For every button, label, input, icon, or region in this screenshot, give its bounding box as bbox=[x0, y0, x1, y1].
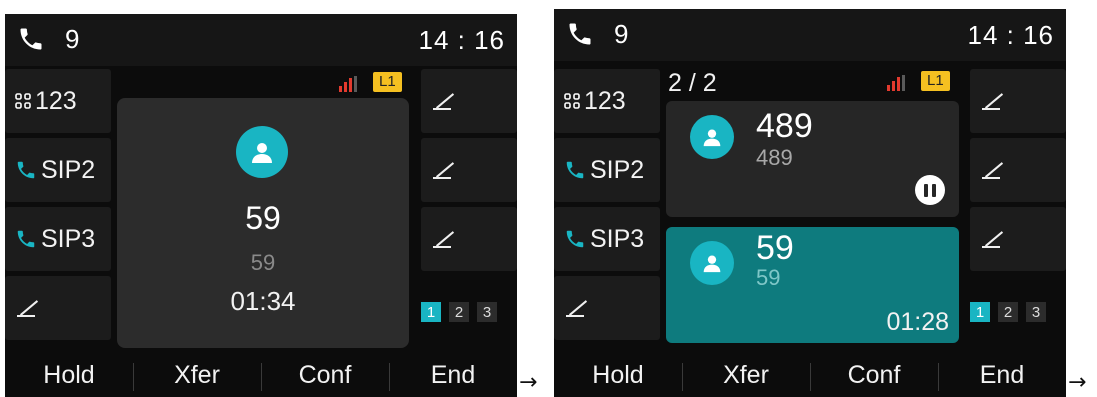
pen-icon bbox=[17, 298, 39, 318]
line-key-right-3[interactable] bbox=[970, 207, 1066, 271]
phone-screen-single-call: 9 14 : 16 L1 123 SIP2 SIP3 1 2 3 59 59 0… bbox=[5, 14, 517, 397]
grid-icon bbox=[15, 93, 31, 109]
page-3[interactable]: 3 bbox=[1026, 302, 1046, 322]
softkey-bar: Hold Xfer Conf End bbox=[5, 353, 517, 397]
call-counter: 2 / 2 bbox=[668, 69, 717, 97]
caller-number: 59 bbox=[250, 250, 276, 275]
page-2[interactable]: 2 bbox=[449, 302, 469, 322]
contact-avatar-icon bbox=[690, 115, 734, 159]
transfer-button[interactable]: Xfer bbox=[682, 353, 810, 397]
call-duration: 01:28 bbox=[886, 308, 949, 336]
page-2[interactable]: 2 bbox=[998, 302, 1018, 322]
clock: 14 : 16 bbox=[967, 20, 1054, 50]
signal-icon bbox=[887, 75, 905, 91]
line-key-label: 123 bbox=[584, 86, 626, 115]
caller-name: 59 bbox=[245, 200, 281, 236]
pen-icon bbox=[982, 91, 1004, 111]
pen-icon bbox=[982, 229, 1004, 249]
line-key-sip3[interactable]: SIP3 bbox=[554, 207, 660, 271]
contact-avatar-icon bbox=[236, 126, 288, 178]
line-key-123[interactable]: 123 bbox=[554, 69, 660, 133]
signal-icon bbox=[339, 76, 357, 92]
active-call-card[interactable]: 59 59 01:28 bbox=[666, 227, 959, 343]
phone-icon bbox=[15, 228, 37, 250]
held-call-card[interactable]: 489 489 bbox=[666, 101, 959, 217]
active-caller-name: 59 bbox=[756, 229, 794, 267]
pen-icon bbox=[433, 91, 455, 111]
line-key-label: SIP3 bbox=[41, 224, 96, 253]
end-call-button[interactable]: End bbox=[389, 353, 517, 397]
line-key-label: 123 bbox=[35, 86, 77, 115]
phone-icon bbox=[20, 28, 42, 50]
phone-icon bbox=[564, 159, 586, 181]
line-key-empty[interactable] bbox=[5, 276, 111, 340]
phone-screen-two-calls: 9 14 : 16 2 / 2 L1 123 SIP2 SIP3 1 2 3 4… bbox=[554, 9, 1066, 397]
active-call-count: 9 bbox=[614, 19, 629, 49]
phone-icon bbox=[569, 23, 591, 45]
page-1[interactable]: 1 bbox=[970, 302, 990, 322]
pen-icon bbox=[566, 298, 588, 318]
pen-icon bbox=[982, 160, 1004, 180]
call-panel: 59 59 01:34 bbox=[117, 98, 409, 348]
page-indicator: 1 2 3 bbox=[421, 302, 497, 322]
held-caller-number: 489 bbox=[756, 145, 793, 170]
contact-avatar-icon bbox=[690, 241, 734, 285]
page-3[interactable]: 3 bbox=[477, 302, 497, 322]
pen-icon bbox=[433, 229, 455, 249]
line-key-empty[interactable] bbox=[554, 276, 660, 340]
line-key-right-1[interactable] bbox=[970, 69, 1066, 133]
line-key-sip3[interactable]: SIP3 bbox=[5, 207, 111, 271]
status-bar: 9 14 : 16 bbox=[5, 14, 517, 66]
line-badge: L1 bbox=[373, 72, 402, 92]
next-step-arrow: → bbox=[519, 370, 538, 395]
line-key-sip2[interactable]: SIP2 bbox=[554, 138, 660, 202]
end-call-button[interactable]: End bbox=[938, 353, 1066, 397]
clock: 14 : 16 bbox=[418, 25, 505, 55]
line-key-123[interactable]: 123 bbox=[5, 69, 111, 133]
next-step-arrow: → bbox=[1068, 370, 1087, 395]
line-key-label: SIP3 bbox=[590, 224, 645, 253]
phone-icon bbox=[564, 228, 586, 250]
transfer-button[interactable]: Xfer bbox=[133, 353, 261, 397]
hold-button[interactable]: Hold bbox=[554, 353, 682, 397]
line-key-label: SIP2 bbox=[41, 155, 96, 184]
held-caller-name: 489 bbox=[756, 107, 813, 145]
grid-icon bbox=[564, 93, 580, 109]
conference-button[interactable]: Conf bbox=[261, 353, 389, 397]
page-indicator: 1 2 3 bbox=[970, 302, 1046, 322]
pause-icon bbox=[915, 175, 945, 205]
softkey-bar: Hold Xfer Conf End bbox=[554, 353, 1066, 397]
line-key-label: SIP2 bbox=[590, 155, 645, 184]
line-badge: L1 bbox=[921, 71, 950, 91]
phone-icon bbox=[15, 159, 37, 181]
active-caller-number: 59 bbox=[756, 265, 781, 290]
conference-button[interactable]: Conf bbox=[810, 353, 938, 397]
line-key-right-1[interactable] bbox=[421, 69, 517, 133]
page-1[interactable]: 1 bbox=[421, 302, 441, 322]
status-bar: 9 14 : 16 bbox=[554, 9, 1066, 61]
line-key-right-3[interactable] bbox=[421, 207, 517, 271]
line-key-sip2[interactable]: SIP2 bbox=[5, 138, 111, 202]
call-duration: 01:34 bbox=[230, 286, 296, 316]
line-key-right-2[interactable] bbox=[421, 138, 517, 202]
hold-button[interactable]: Hold bbox=[5, 353, 133, 397]
pen-icon bbox=[433, 160, 455, 180]
line-key-right-2[interactable] bbox=[970, 138, 1066, 202]
active-call-count: 9 bbox=[65, 24, 80, 54]
